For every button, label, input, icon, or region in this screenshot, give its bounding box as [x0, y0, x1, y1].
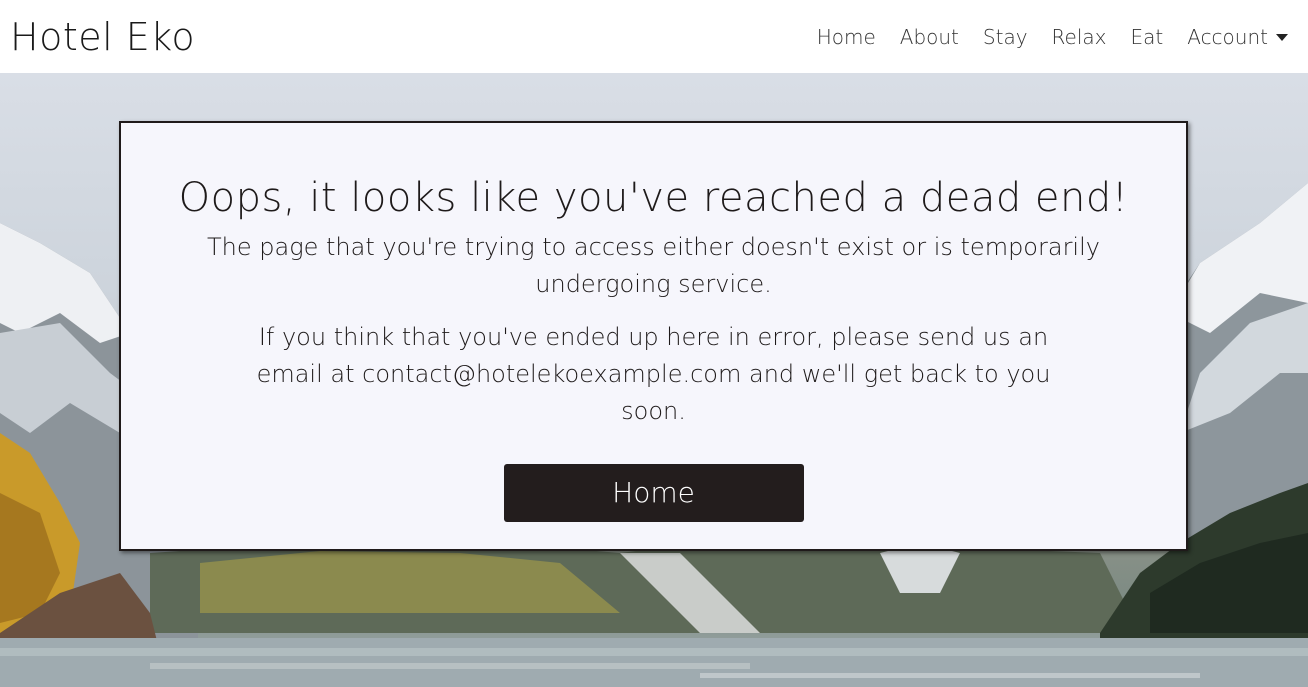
nav-link-eat[interactable]: Eat: [1131, 25, 1164, 49]
brand-logo[interactable]: Hotel Eko: [10, 15, 195, 59]
caret-down-icon: [1276, 34, 1288, 41]
error-card: Oops, it looks like you've reached a dea…: [119, 121, 1188, 551]
nav-link-relax[interactable]: Relax: [1052, 25, 1107, 49]
error-title: Oops, it looks like you've reached a dea…: [178, 175, 1129, 221]
home-button[interactable]: Home: [503, 464, 804, 522]
nav-links: Home About Stay Relax Eat Account: [817, 25, 1288, 49]
nav-link-home[interactable]: Home: [817, 25, 876, 49]
navbar: Hotel Eko Home About Stay Relax Eat Acco…: [0, 0, 1308, 73]
account-dropdown[interactable]: Account: [1187, 25, 1288, 49]
error-message: The page that you're trying to access ei…: [207, 233, 1100, 298]
nav-link-about[interactable]: About: [900, 25, 959, 49]
nav-link-stay[interactable]: Stay: [983, 25, 1028, 49]
account-label: Account: [1187, 24, 1268, 49]
contact-message: If you think that you've ended up here i…: [256, 323, 1051, 425]
